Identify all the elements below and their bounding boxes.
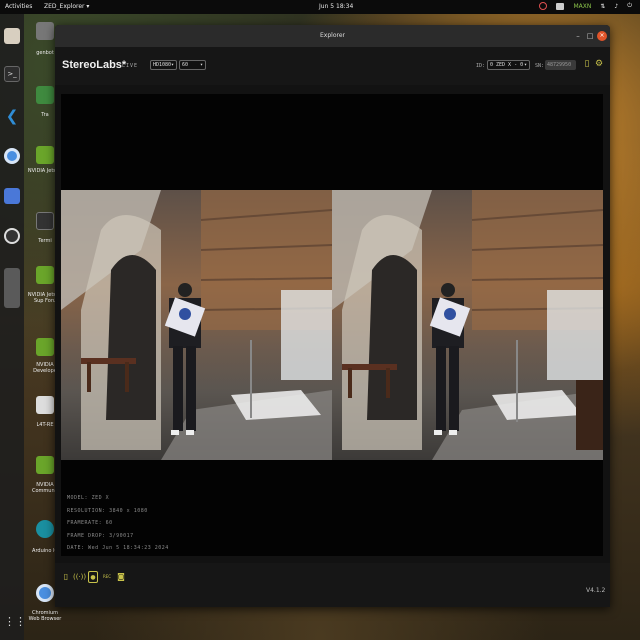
chromium-icon[interactable] [36, 584, 54, 602]
chromium-icon[interactable] [4, 148, 20, 164]
terminal-icon[interactable]: >_ [4, 66, 20, 82]
activities-button[interactable]: Activities [5, 3, 32, 10]
volume-icon[interactable]: ♪ [614, 3, 618, 10]
trash-icon[interactable] [36, 86, 54, 104]
dock: >_ ❮ ⋮⋮ [0, 14, 26, 640]
network-icon[interactable]: ⇅ [600, 3, 605, 10]
app-menu[interactable]: ZED_Explorer ▾ [44, 3, 89, 10]
vscode-icon[interactable]: ❮ [4, 108, 20, 124]
right-eye-image [332, 190, 603, 460]
system-tray[interactable]: MAXN ⇅ ♪ ⏻ [539, 2, 632, 10]
obs-icon[interactable] [4, 228, 20, 244]
app-grid-icon[interactable]: ⋮⋮ [4, 614, 26, 630]
bottom-toolbar: ▯ ((·)) ● REC ◙ V4.1.2 [55, 563, 610, 607]
info-resolution: RESOLUTION: 3840 x 1080 [67, 507, 148, 514]
window-title: Explorer [320, 32, 345, 39]
settings-gear-icon[interactable]: ⚙ [594, 59, 604, 70]
chevron-down-icon: ▾ [199, 62, 203, 68]
system-top-bar: Activities ZED_Explorer ▾ Jun 5 18:34 MA… [0, 0, 640, 14]
minimize-button[interactable]: – [573, 31, 583, 41]
serial-number-field: 48729950 [545, 60, 576, 70]
camera-select-value: 0 ZED X - 0 [490, 62, 524, 68]
chevron-down-icon: ▾ [523, 62, 527, 68]
home-folder-icon[interactable] [36, 22, 54, 40]
version-label: V4.1.2 [586, 587, 606, 594]
desktop-icon-label: Chromium Web Browser [28, 610, 62, 622]
info-date: DATE: Wed Jun 5 18:34:23 2024 [67, 545, 169, 551]
arduino-icon[interactable] [36, 520, 54, 538]
video-viewer[interactable]: MODEL: ZED X RESOLUTION: 3840 x 1080 FRA… [61, 94, 603, 556]
document-icon[interactable] [36, 396, 54, 414]
info-frame-drop: FRAME DROP: 3/90017 [67, 532, 134, 539]
chevron-down-icon: ▾ [170, 62, 174, 68]
nvidia-icon[interactable] [36, 338, 54, 356]
close-button[interactable]: × [597, 31, 607, 41]
explorer-window: Explorer – □ × StereoLabs* LIVE HD1080 ▾ … [55, 25, 610, 607]
left-eye-image [61, 190, 332, 460]
camera-info-overlay: MODEL: ZED X RESOLUTION: 3840 x 1080 FRA… [67, 492, 169, 555]
clock[interactable]: Jun 5 18:34 [319, 3, 353, 10]
terminal-icon[interactable] [36, 212, 54, 230]
running-app-icon[interactable] [4, 268, 20, 308]
window-titlebar[interactable]: Explorer – □ × [55, 25, 610, 47]
fps-select-value: 60 [182, 62, 189, 68]
resolution-select-value: HD1080 [153, 62, 172, 68]
calibration-icon[interactable]: ▯ [582, 59, 592, 70]
nvidia-icon[interactable] [36, 266, 54, 284]
id-label: ID: [476, 63, 486, 69]
camera-select[interactable]: 0 ZED X - 0 ▾ [487, 60, 530, 70]
stream-icon[interactable]: ((·)) [73, 571, 86, 583]
resolution-select[interactable]: HD1080 ▾ [150, 60, 177, 70]
screenshot-icon[interactable] [4, 188, 20, 204]
snapshot-icon[interactable]: ◙ [116, 571, 126, 583]
sn-label: SN: [535, 63, 545, 69]
live-label: LIVE [122, 63, 139, 69]
stereo-frame [61, 190, 603, 460]
nvidia-icon[interactable] [36, 456, 54, 474]
display-tray-icon[interactable] [556, 2, 565, 10]
app-header: StereoLabs* LIVE HD1080 ▾ 60 ▾ ID: 0 ZED X… [55, 47, 610, 85]
files-icon[interactable] [4, 28, 20, 44]
record-icon[interactable]: ● [88, 571, 98, 583]
power-mode-label[interactable]: MAXN [573, 3, 591, 10]
chrome-tray-icon[interactable] [539, 2, 548, 10]
folder-icon[interactable]: ▯ [61, 571, 71, 583]
fps-select[interactable]: 60 ▾ [179, 60, 206, 70]
maximize-button[interactable]: □ [585, 31, 595, 41]
nvidia-icon[interactable] [36, 146, 54, 164]
power-icon[interactable]: ⏻ [627, 2, 632, 10]
info-model: MODEL: ZED X [67, 495, 110, 501]
stereolabs-logo: StereoLabs* [62, 59, 127, 71]
info-framerate: FRAMERATE: 60 [67, 520, 113, 526]
recording-mode-icon[interactable]: REC [101, 571, 113, 583]
